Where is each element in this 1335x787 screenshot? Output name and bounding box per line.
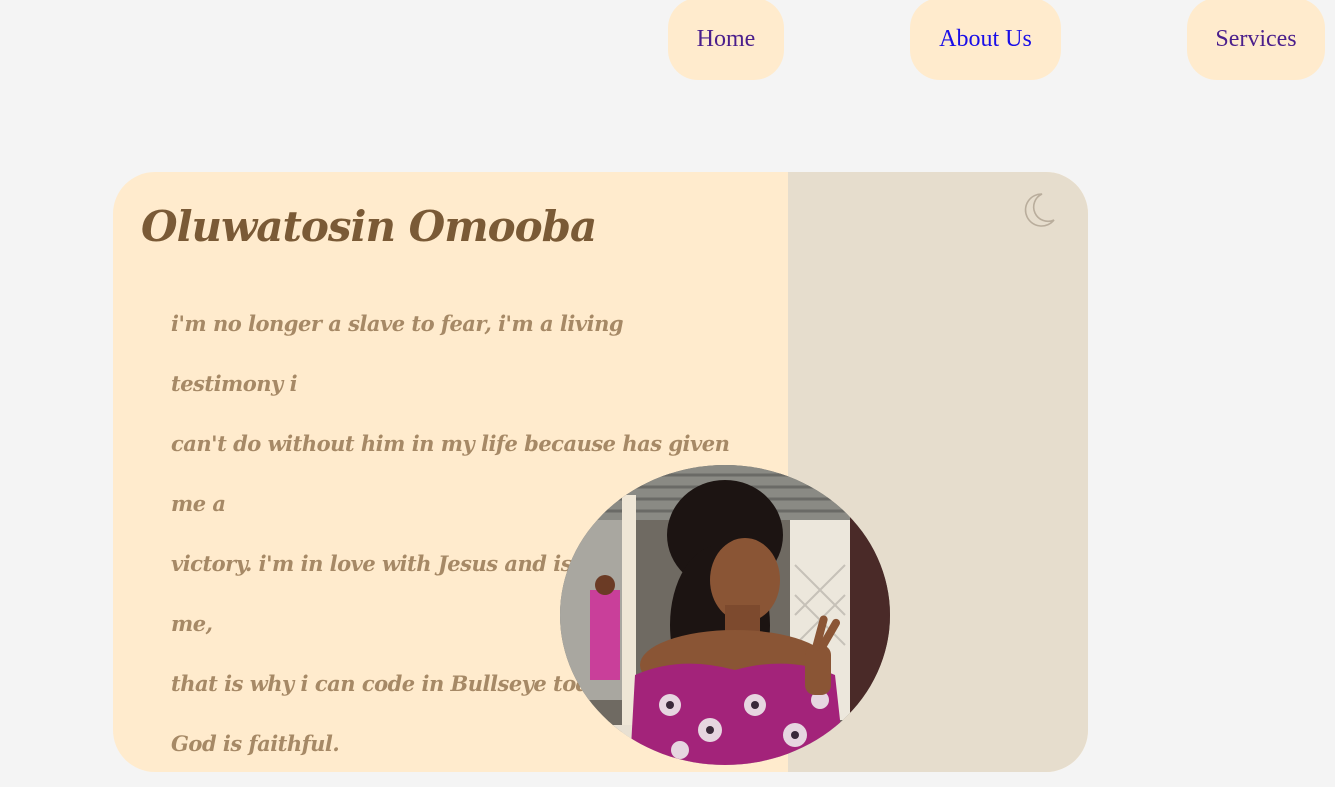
nav-services-button[interactable]: Services (1187, 0, 1325, 80)
profile-name: Oluwatosin Omooba (141, 202, 597, 251)
nav-about-button[interactable]: About Us (910, 0, 1061, 80)
moon-icon[interactable] (1018, 190, 1058, 230)
profile-card: Oluwatosin Omooba i'm no longer a slave … (113, 172, 1088, 772)
profile-photo (560, 465, 890, 765)
bio-line: i'm no longer a slave to fear, i'm a liv… (171, 311, 624, 396)
nav-home-button[interactable]: Home (668, 0, 784, 80)
